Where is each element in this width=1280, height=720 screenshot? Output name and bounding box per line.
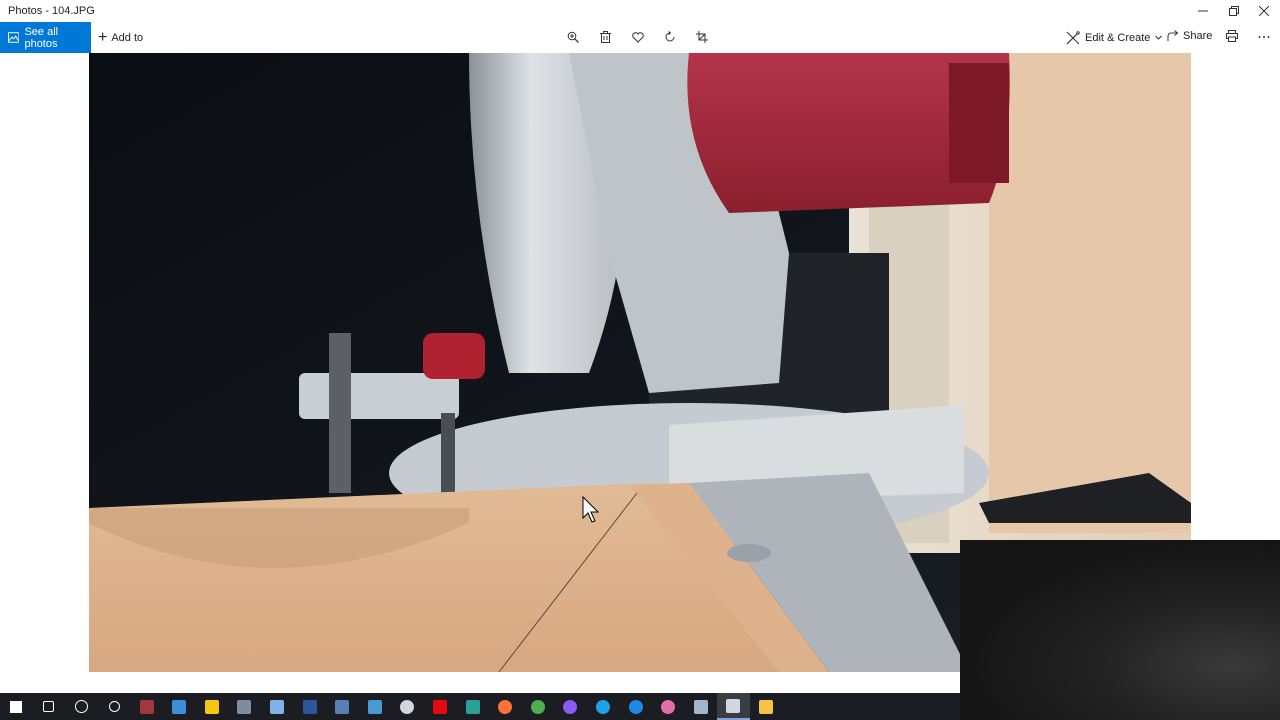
itunes-icon [661,699,676,714]
taskbar-bell-button[interactable] [261,693,294,720]
start-icon [10,700,23,713]
chevron-down-icon [1155,35,1163,40]
share-icon [1167,30,1179,41]
taskbar [0,693,960,720]
store-icon [172,699,187,714]
taskbar-chrome-button[interactable] [522,693,555,720]
taskbar-purple-app-button[interactable] [554,693,587,720]
taskbar-start-button[interactable] [0,693,33,720]
share-button[interactable]: Share [1167,22,1212,50]
taskbar-app-button[interactable] [359,693,392,720]
taskbar-search-button[interactable] [33,693,66,720]
plus-icon: + [98,28,108,46]
taskbar-firefox-button[interactable] [489,693,522,720]
taskbar-ie-button[interactable] [587,693,620,720]
firefox-icon [498,699,513,714]
taskbar-swirl-button[interactable] [391,693,424,720]
print-icon[interactable] [1223,27,1241,45]
taskbar-screen-button[interactable] [456,693,489,720]
word-icon [302,699,317,714]
taskbar-word-button[interactable] [293,693,326,720]
save-icon [335,699,350,714]
taskbar-task-view-button[interactable] [98,693,131,720]
taskbar-netflix-button[interactable] [424,693,457,720]
edit-create-button[interactable]: Edit & Create [1066,22,1168,53]
title-bar: Photos - 104.JPG [0,0,1280,22]
taskbar-cortana-button[interactable] [65,693,98,720]
see-all-photos-button[interactable]: See all photos [0,22,91,53]
netflix-icon [433,699,448,714]
cortana-icon [74,700,88,713]
ie-icon [595,699,610,714]
add-to-button[interactable]: + Add to [98,22,143,53]
chrome-icon [530,699,545,714]
photo-toolbar: See all photos + Add to Edit & Create Sh… [0,22,1280,53]
zoom-icon[interactable] [564,28,582,46]
purple-app-icon [563,699,578,714]
access-icon [139,699,154,714]
screen-icon [465,699,480,714]
more-icon[interactable] [1255,28,1273,46]
calculator-icon [693,699,708,714]
search-icon [43,701,55,712]
taskbar-store-button[interactable] [163,693,196,720]
folder-icon [758,699,773,714]
taskbar-sticky-notes-button[interactable] [196,693,229,720]
image-icon [8,32,20,43]
sticky-notes-icon [204,699,219,714]
task-view-icon [108,701,120,712]
rotate-icon[interactable] [661,28,679,46]
taskbar-photos-button[interactable] [717,693,750,720]
taskbar-edge-button[interactable] [619,693,652,720]
taskbar-itunes-button[interactable] [652,693,685,720]
edit-create-label: Edit & Create [1085,31,1151,44]
taskbar-file-manager-button[interactable] [228,693,261,720]
bell-icon [270,699,285,714]
minimize-button[interactable] [1188,0,1218,22]
share-label: Share [1183,30,1213,42]
close-button[interactable] [1249,0,1279,22]
webcam-overlay [960,540,1280,720]
add-to-label: Add to [111,31,144,44]
window-title: Photos - 104.JPG [8,5,95,17]
restore-button[interactable] [1219,0,1249,22]
favorite-icon[interactable] [629,28,647,46]
swirl-icon [400,699,415,714]
see-all-photos-label: See all photos [24,25,59,50]
delete-icon[interactable] [596,28,614,46]
taskbar-access-button[interactable] [130,693,163,720]
taskbar-calculator-button[interactable] [684,693,717,720]
app-icon [367,699,382,714]
crop-icon[interactable] [693,28,711,46]
edge-icon [628,699,643,714]
edit-create-icon [1066,30,1080,44]
taskbar-folder-button[interactable] [750,693,783,720]
photos-icon [726,698,741,713]
file-manager-icon [237,699,252,714]
taskbar-save-button[interactable] [326,693,359,720]
